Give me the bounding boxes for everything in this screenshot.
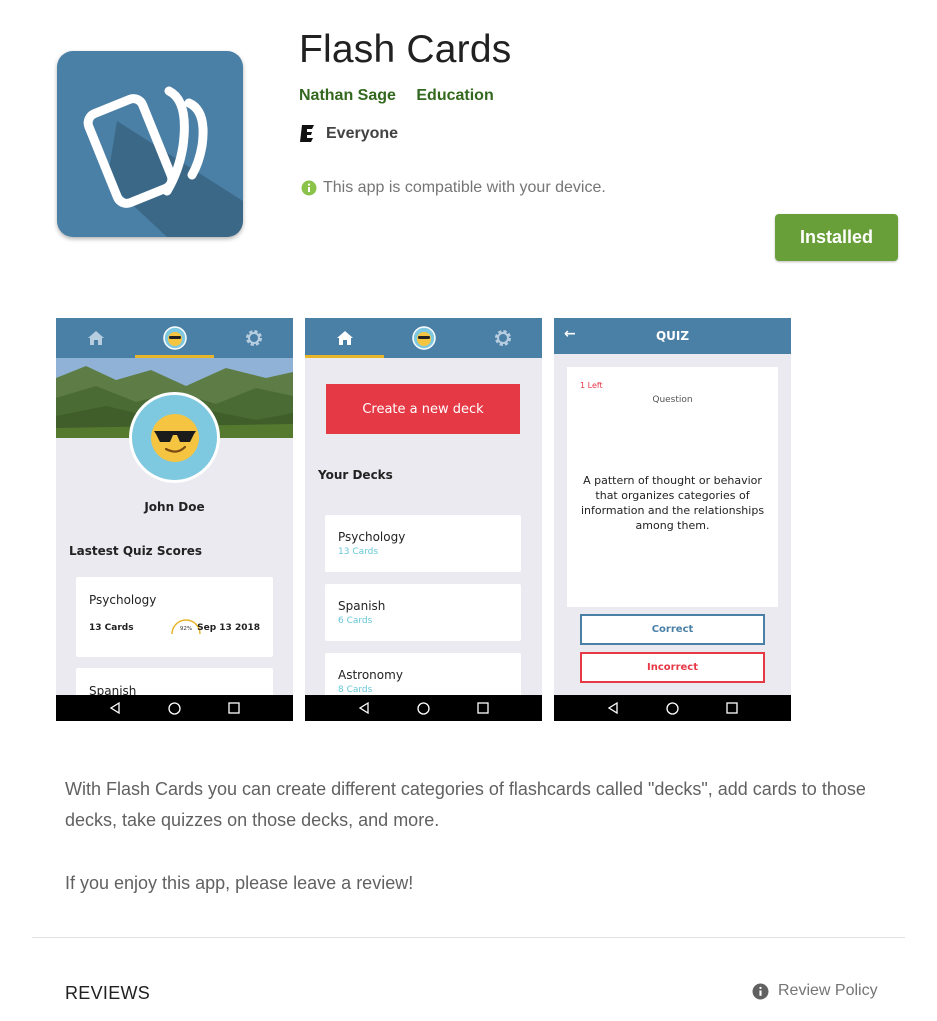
back-arrow-icon[interactable]: ← xyxy=(564,326,576,342)
home-nav-icon[interactable] xyxy=(168,701,181,715)
active-tab-indicator xyxy=(305,355,384,358)
info-icon xyxy=(752,983,769,999)
info-icon xyxy=(301,180,317,196)
android-nav-bar xyxy=(56,695,293,721)
section-divider xyxy=(32,937,905,938)
content-rating-label: Everyone xyxy=(326,124,399,142)
app-description: With Flash Cards you can create differen… xyxy=(65,774,885,931)
score-card[interactable]: Psychology 13 Cards 92% Sep 13 2018 xyxy=(76,577,273,657)
compatibility-text: This app is compatible with your device. xyxy=(323,179,606,196)
deck-card[interactable]: Spanish 6 Cards xyxy=(325,584,521,641)
screenshot-decks[interactable]: Create a new deck Your Decks Psychology … xyxy=(305,318,542,721)
cards-remaining: 1 Left xyxy=(580,381,603,390)
incorrect-button[interactable]: Incorrect xyxy=(580,652,765,683)
deck-name: Astronomy xyxy=(338,668,403,682)
quiz-scores-heading: Lastest Quiz Scores xyxy=(69,544,203,558)
home-icon xyxy=(87,331,104,345)
home-nav-icon[interactable] xyxy=(417,701,430,715)
your-decks-heading: Your Decks xyxy=(318,468,393,482)
correct-button[interactable]: Correct xyxy=(580,614,765,645)
android-nav-bar xyxy=(554,695,791,721)
tab-bar xyxy=(56,318,293,358)
deck-count: 8 Cards xyxy=(338,685,373,695)
tab-home xyxy=(305,318,384,358)
developer-link[interactable]: Nathan Sage xyxy=(299,87,396,104)
app-icon xyxy=(57,51,243,237)
quiz-title: QUIZ xyxy=(655,329,690,343)
recents-nav-icon[interactable] xyxy=(476,702,489,714)
review-policy-label: Review Policy xyxy=(778,982,878,999)
quiz-question-card[interactable]: 1 Left Question A pattern of thought or … xyxy=(567,367,778,607)
score-percent: 92% xyxy=(180,626,192,632)
gear-icon xyxy=(494,330,511,346)
profile-avatar-icon xyxy=(162,326,187,350)
tab-settings xyxy=(214,318,293,358)
deck-count: 6 Cards xyxy=(338,616,373,626)
category-link[interactable]: Education xyxy=(416,87,493,104)
home-icon xyxy=(336,331,353,345)
app-meta: Nathan Sage Education xyxy=(299,87,510,105)
score-subject: Psychology xyxy=(89,593,157,607)
score-card-count: 13 Cards xyxy=(89,623,134,633)
recents-nav-icon[interactable] xyxy=(725,702,738,714)
recents-nav-icon[interactable] xyxy=(227,702,240,714)
content-rating: Everyone xyxy=(299,124,398,143)
create-deck-button[interactable]: Create a new deck xyxy=(326,384,520,434)
android-nav-bar xyxy=(305,695,542,721)
screenshot-quiz[interactable]: ← QUIZ 1 Left Question A pattern of thou… xyxy=(554,318,791,721)
back-nav-icon[interactable] xyxy=(607,702,619,714)
deck-name: Spanish xyxy=(338,599,386,613)
profile-avatar-icon xyxy=(411,326,436,350)
tab-profile xyxy=(384,318,463,358)
profile-name: John Doe xyxy=(144,500,205,514)
score-date: Sep 13 2018 xyxy=(197,623,260,633)
tab-settings xyxy=(463,318,542,358)
review-policy-link[interactable]: Review Policy xyxy=(752,982,878,1000)
tab-home xyxy=(56,318,135,358)
back-nav-icon[interactable] xyxy=(109,702,121,714)
description-paragraph: With Flash Cards you can create differen… xyxy=(65,779,866,830)
deck-card[interactable]: Psychology 13 Cards xyxy=(325,515,521,572)
quiz-header: ← QUIZ xyxy=(554,318,791,354)
sunglasses-emoji-icon xyxy=(150,413,199,462)
app-title: Flash Cards xyxy=(299,28,512,71)
tab-profile xyxy=(135,318,214,358)
tab-bar xyxy=(305,318,542,358)
esrb-everyone-icon xyxy=(300,125,314,142)
profile-avatar[interactable] xyxy=(129,392,220,483)
gear-icon xyxy=(245,330,262,346)
reviews-heading: REVIEWS xyxy=(65,983,151,1003)
description-paragraph: If you enjoy this app, please leave a re… xyxy=(65,873,414,893)
question-label: Question xyxy=(652,395,693,405)
screenshot-profile[interactable]: John Doe Lastest Quiz Scores Psychology … xyxy=(56,318,293,721)
installed-button[interactable]: Installed xyxy=(775,214,898,261)
back-nav-icon[interactable] xyxy=(358,702,370,714)
deck-count: 13 Cards xyxy=(338,547,379,557)
home-nav-icon[interactable] xyxy=(666,701,679,715)
flash-cards-icon xyxy=(83,86,243,237)
compatibility-notice: This app is compatible with your device. xyxy=(301,179,606,197)
question-text: A pattern of thought or behavior that or… xyxy=(580,474,765,532)
deck-name: Psychology xyxy=(338,530,406,544)
